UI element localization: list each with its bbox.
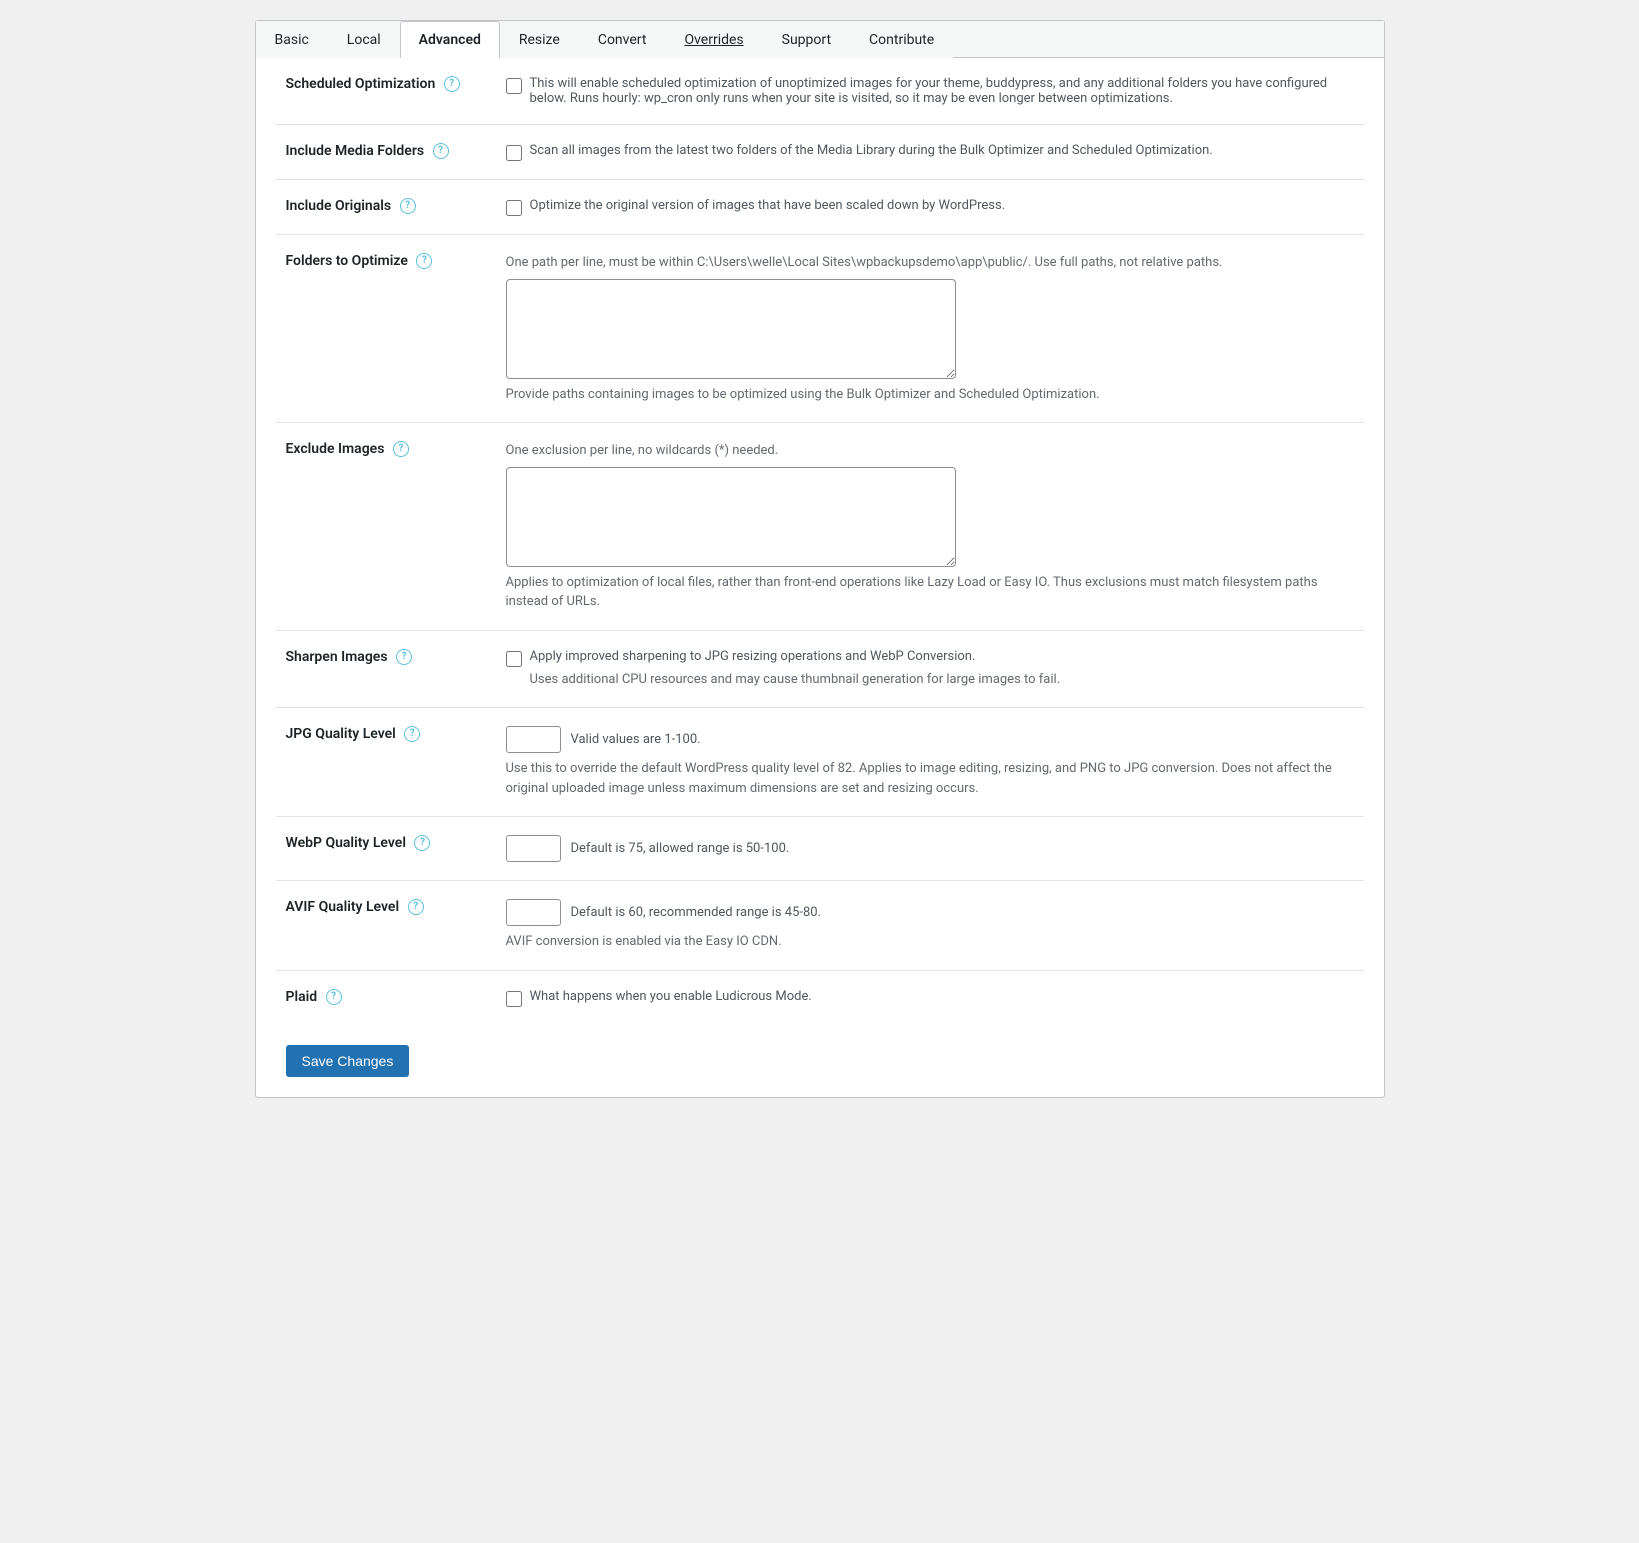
row-webp-quality: WebP Quality Level ? Default is 75, allo…: [276, 817, 1364, 881]
help-icon-include-media-folders[interactable]: ?: [433, 143, 449, 159]
input-webp-quality[interactable]: [506, 835, 561, 862]
sharpen-line1: Apply improved sharpening to JPG resizin…: [530, 649, 1061, 664]
hint-avif-quality: Default is 60, recommended range is 45-8…: [571, 905, 822, 920]
hint-jpg-quality: Valid values are 1-100.: [571, 732, 701, 747]
label-avif-quality: AVIF Quality Level ?: [276, 881, 496, 971]
desc-jpg-quality: Use this to override the default WordPre…: [506, 759, 1354, 798]
value-webp-quality: Default is 75, allowed range is 50-100.: [496, 817, 1364, 881]
label-exclude-images: Exclude Images ?: [276, 423, 496, 631]
help-icon-include-originals[interactable]: ?: [400, 198, 416, 214]
value-scheduled-optimization: This will enable scheduled optimization …: [496, 58, 1364, 125]
row-sharpen-images: Sharpen Images ? Apply improved sharpeni…: [276, 630, 1364, 708]
desc-exclude-images: Applies to optimization of local files, …: [506, 573, 1354, 612]
label-jpg-quality: JPG Quality Level ?: [276, 708, 496, 817]
checkbox-include-media-folders[interactable]: [506, 145, 522, 161]
input-avif-quality[interactable]: [506, 899, 561, 926]
tab-local[interactable]: Local: [328, 21, 400, 58]
help-icon-webp-quality[interactable]: ?: [414, 835, 430, 851]
label-include-originals: Include Originals ?: [276, 180, 496, 235]
help-icon-avif-quality[interactable]: ?: [408, 899, 424, 915]
value-jpg-quality: Valid values are 1-100. Use this to over…: [496, 708, 1364, 817]
label-plaid: Plaid ?: [276, 970, 496, 1025]
hint-folders-to-optimize: One path per line, must be within C:\Use…: [506, 253, 1354, 273]
tab-bar: Basic Local Advanced Resize Convert Over…: [256, 21, 1384, 58]
desc-folders-to-optimize: Provide paths containing images to be op…: [506, 385, 1354, 405]
tab-support[interactable]: Support: [763, 21, 850, 58]
tab-convert[interactable]: Convert: [579, 21, 666, 58]
save-changes-button[interactable]: Save Changes: [286, 1045, 410, 1077]
textarea-folders-to-optimize[interactable]: [506, 279, 956, 379]
help-icon-sharpen-images[interactable]: ?: [396, 649, 412, 665]
help-icon-exclude-images[interactable]: ?: [393, 441, 409, 457]
help-icon-folders-to-optimize[interactable]: ?: [416, 253, 432, 269]
value-plaid: What happens when you enable Ludicrous M…: [496, 970, 1364, 1025]
value-exclude-images: One exclusion per line, no wildcards (*)…: [496, 423, 1364, 631]
help-icon-jpg-quality[interactable]: ?: [404, 726, 420, 742]
label-webp-quality: WebP Quality Level ?: [276, 817, 496, 881]
label-folders-to-optimize: Folders to Optimize ?: [276, 235, 496, 423]
hint-exclude-images: One exclusion per line, no wildcards (*)…: [506, 441, 1354, 461]
row-include-media-folders: Include Media Folders ? Scan all images …: [276, 125, 1364, 180]
desc-include-media-folders: Scan all images from the latest two fold…: [530, 143, 1213, 158]
value-include-media-folders: Scan all images from the latest two fold…: [496, 125, 1364, 180]
row-folders-to-optimize: Folders to Optimize ? One path per line,…: [276, 235, 1364, 423]
row-avif-quality: AVIF Quality Level ? Default is 60, reco…: [276, 881, 1364, 971]
value-sharpen-images: Apply improved sharpening to JPG resizin…: [496, 630, 1364, 708]
hint-webp-quality: Default is 75, allowed range is 50-100.: [571, 841, 790, 856]
checkbox-plaid[interactable]: [506, 991, 522, 1007]
settings-content: Scheduled Optimization ? This will enabl…: [256, 58, 1384, 1097]
desc-scheduled-optimization: This will enable scheduled optimization …: [530, 76, 1354, 106]
tab-basic[interactable]: Basic: [256, 21, 328, 58]
row-scheduled-optimization: Scheduled Optimization ? This will enabl…: [276, 58, 1364, 125]
tab-contribute[interactable]: Contribute: [850, 21, 953, 58]
desc-plaid: What happens when you enable Ludicrous M…: [530, 989, 812, 1004]
desc-include-originals: Optimize the original version of images …: [530, 198, 1006, 213]
row-plaid: Plaid ? What happens when you enable Lud…: [276, 970, 1364, 1025]
textarea-exclude-images[interactable]: [506, 467, 956, 567]
row-include-originals: Include Originals ? Optimize the origina…: [276, 180, 1364, 235]
checkbox-include-originals[interactable]: [506, 200, 522, 216]
settings-table: Scheduled Optimization ? This will enabl…: [276, 58, 1364, 1025]
help-icon-plaid[interactable]: ?: [326, 989, 342, 1005]
value-include-originals: Optimize the original version of images …: [496, 180, 1364, 235]
label-scheduled-optimization: Scheduled Optimization ?: [276, 58, 496, 125]
row-exclude-images: Exclude Images ? One exclusion per line,…: [276, 423, 1364, 631]
label-sharpen-images: Sharpen Images ?: [276, 630, 496, 708]
help-icon-scheduled-optimization[interactable]: ?: [444, 76, 460, 92]
label-include-media-folders: Include Media Folders ?: [276, 125, 496, 180]
checkbox-sharpen-images[interactable]: [506, 651, 522, 667]
row-jpg-quality: JPG Quality Level ? Valid values are 1-1…: [276, 708, 1364, 817]
checkbox-scheduled-optimization[interactable]: [506, 78, 522, 94]
value-avif-quality: Default is 60, recommended range is 45-8…: [496, 881, 1364, 971]
tab-advanced[interactable]: Advanced: [400, 21, 500, 58]
desc-sharpen-images: Uses additional CPU resources and may ca…: [530, 670, 1061, 690]
tab-resize[interactable]: Resize: [500, 21, 579, 58]
tab-overrides[interactable]: Overrides: [665, 21, 762, 58]
value-folders-to-optimize: One path per line, must be within C:\Use…: [496, 235, 1364, 423]
input-jpg-quality[interactable]: [506, 726, 561, 753]
desc-avif-quality: AVIF conversion is enabled via the Easy …: [506, 932, 1354, 952]
